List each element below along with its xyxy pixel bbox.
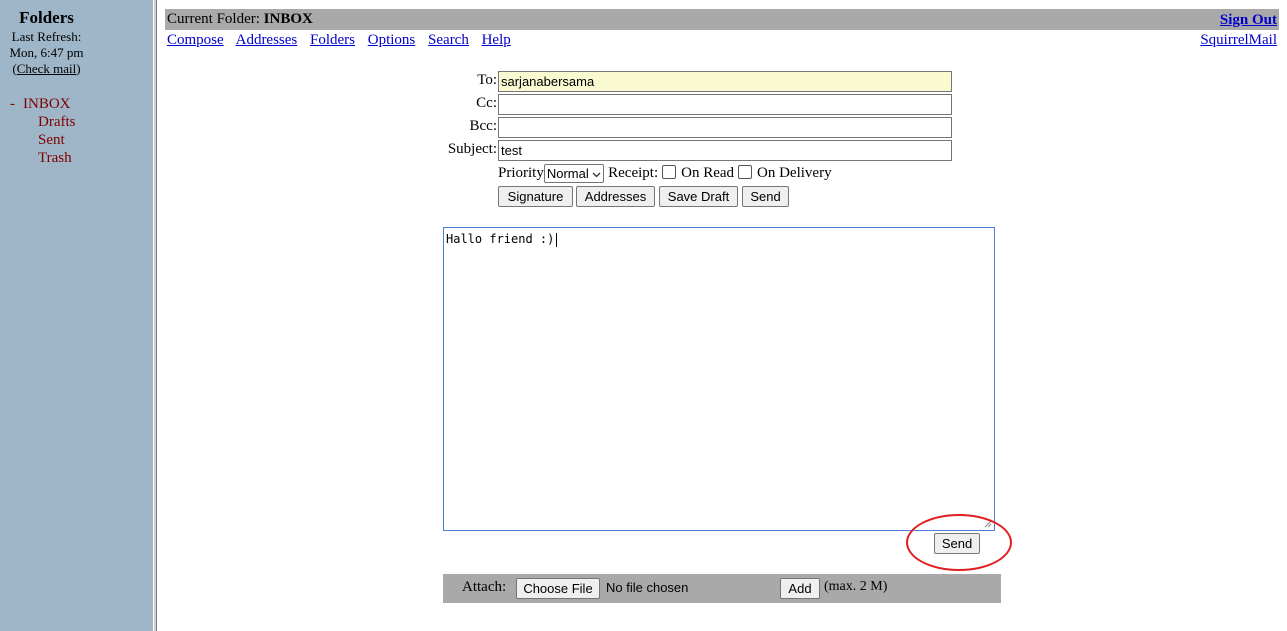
menu-folders[interactable]: Folders — [310, 32, 355, 48]
send-button-top[interactable]: Send — [742, 186, 789, 207]
file-chosen-status: No file chosen — [606, 580, 689, 595]
choose-file-button[interactable]: Choose File — [516, 578, 600, 599]
folder-item-inbox[interactable]: - INBOX — [10, 95, 76, 113]
current-folder-name: INBOX — [263, 11, 313, 27]
on-delivery-checkbox[interactable] — [738, 165, 753, 179]
priority-select[interactable]: Normal — [543, 164, 605, 183]
bcc-label: Bcc: — [469, 118, 498, 134]
max-size-note: (max. 2 M) — [824, 579, 888, 594]
subject-label: Subject: — [447, 141, 497, 157]
message-body[interactable]: Hallo friend :) — [443, 227, 995, 531]
folder-item-trash[interactable]: Trash — [10, 149, 76, 167]
menu-options[interactable]: Options — [368, 32, 416, 48]
current-folder: Current Folder: INBOX — [167, 9, 313, 29]
folders-title: Folders — [19, 8, 74, 27]
folder-item-sent[interactable]: Sent — [10, 131, 76, 149]
to-label: To: — [477, 72, 497, 88]
addresses-button[interactable]: Addresses — [576, 186, 655, 207]
annotation-circle — [906, 514, 1012, 571]
subject-field[interactable]: test — [498, 140, 952, 161]
check-mail-link[interactable]: Check mail — [17, 61, 77, 76]
last-refresh-label: Last Refresh: — [11, 29, 82, 44]
folder-list: - INBOX Drafts Sent Trash — [10, 95, 76, 167]
on-read-checkbox[interactable] — [662, 165, 677, 179]
current-folder-marker: - — [10, 96, 15, 112]
menu-help[interactable]: Help — [482, 32, 511, 48]
save-draft-button[interactable]: Save Draft — [659, 186, 738, 207]
priority-label: Priority — [498, 164, 544, 181]
last-refresh-block: Last Refresh: Mon, 6:47 pm (Check mail) — [0, 29, 93, 77]
sign-out-link[interactable]: Sign Out — [1220, 10, 1277, 30]
main-menu: Compose Addresses Folders Options Search… — [167, 32, 520, 49]
current-folder-bar: Current Folder: INBOX Sign Out — [165, 9, 1279, 30]
cc-field[interactable] — [498, 94, 952, 115]
last-refresh-time: Mon, 6:47 pm — [9, 45, 84, 60]
folders-sidebar: Folders Last Refresh: Mon, 6:47 pm (Chec… — [0, 0, 153, 631]
folder-item-drafts[interactable]: Drafts — [10, 113, 76, 131]
message-body-text: Hallo friend :) — [446, 232, 555, 246]
attach-label: Attach: — [462, 579, 507, 595]
to-field[interactable]: sarjanabersama — [498, 71, 952, 92]
folder-label[interactable]: INBOX — [23, 96, 71, 112]
receipt-label: Receipt: — [608, 164, 659, 181]
chevron-down-icon — [592, 166, 601, 181]
text-caret — [556, 232, 558, 247]
attach-bar: Attach: Choose File No file chosen Add (… — [443, 574, 1001, 603]
check-mail-close: ) — [76, 61, 81, 76]
bcc-field[interactable] — [498, 117, 952, 138]
menu-addresses[interactable]: Addresses — [236, 32, 298, 48]
menu-compose[interactable]: Compose — [167, 32, 224, 48]
priority-row: Priority Normal Receipt: On Read On Deliver… — [498, 164, 832, 183]
on-delivery-label: On Delivery — [757, 164, 832, 181]
cc-label: Cc: — [476, 95, 497, 111]
frame-divider[interactable] — [153, 0, 157, 631]
current-folder-label: Current Folder: — [167, 11, 260, 27]
signature-button[interactable]: Signature — [498, 186, 573, 207]
check-mail-row: (Check mail) — [0, 61, 93, 77]
squirrelmail-link[interactable]: SquirrelMail — [1200, 32, 1277, 49]
on-read-label: On Read — [681, 164, 735, 181]
menu-search[interactable]: Search — [428, 32, 469, 48]
add-attachment-button[interactable]: Add — [780, 578, 820, 599]
priority-value: Normal — [546, 166, 589, 181]
